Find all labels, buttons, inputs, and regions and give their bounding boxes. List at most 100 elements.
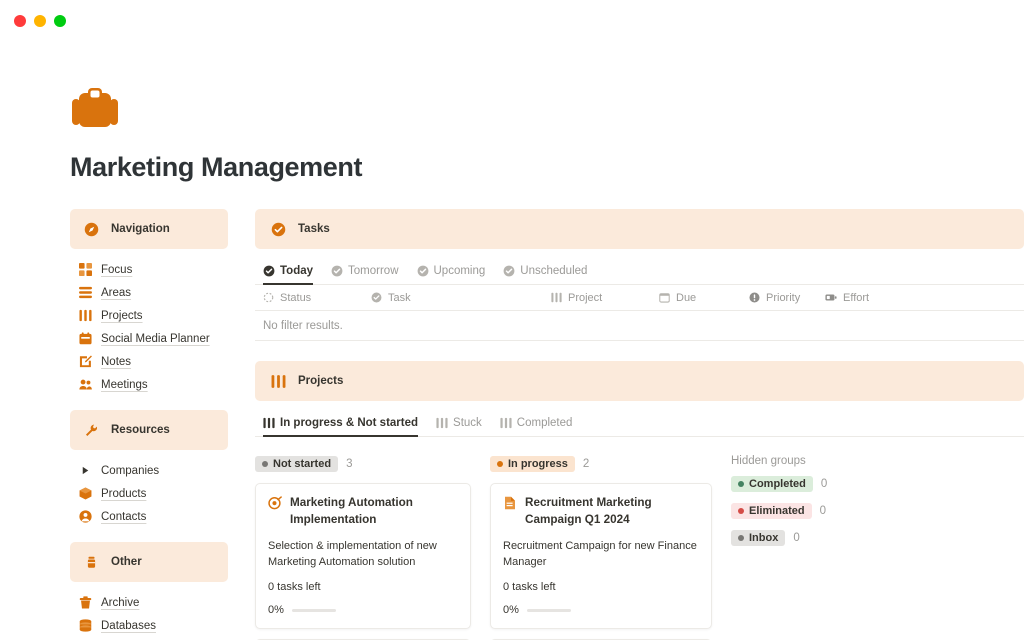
check-circle-icon (271, 222, 286, 237)
group-count: 0 (821, 478, 827, 490)
hidden-group-eliminated[interactable]: Eliminated 0 (731, 503, 931, 519)
sidebar-nav-list-resources: Companies Products (70, 450, 228, 528)
project-card-description: Selection & implementation of new Market… (268, 539, 458, 570)
sidebar-item-label: Social Media Planner (101, 333, 210, 345)
sidebar-section-header-navigation[interactable]: Navigation (70, 209, 228, 249)
page-title: Marketing Management (0, 134, 1024, 183)
sidebar-item-notes[interactable]: Notes (78, 350, 228, 373)
project-card[interactable]: Recruitment Marketing Campaign Q1 2024 R… (490, 483, 712, 629)
status-bullet (738, 508, 744, 514)
column-header-task[interactable]: Task (371, 292, 551, 304)
hidden-group-inbox[interactable]: Inbox 0 (731, 530, 931, 546)
status-badge-eliminated: Eliminated (731, 503, 812, 519)
tab-label: Unscheduled (520, 265, 587, 277)
close-window-button[interactable] (14, 15, 26, 27)
bars-icon (551, 292, 562, 303)
trash-icon (78, 596, 92, 610)
column-header-effort[interactable]: Effort (825, 292, 895, 304)
tab-tomorrow[interactable]: Tomorrow (331, 265, 398, 285)
column-header-priority[interactable]: Priority (749, 292, 825, 304)
board-column-not-started: Not started 3 Marketing Automation Imple… (255, 455, 471, 640)
tab-label: Today (280, 265, 313, 277)
hidden-group-completed[interactable]: Completed 0 (731, 476, 931, 492)
sidebar-item-social-media-planner[interactable]: Social Media Planner (78, 327, 228, 350)
sidebar-item-contacts[interactable]: Contacts (78, 505, 228, 528)
tab-today[interactable]: Today (263, 265, 313, 285)
column-header-status[interactable]: Status (263, 292, 371, 304)
bars-icon (271, 374, 286, 389)
tab-label: Completed (517, 417, 573, 429)
sidebar-item-label: Notes (101, 356, 131, 368)
minimize-window-button[interactable] (34, 15, 46, 27)
status-badge-label: Completed (749, 478, 806, 490)
projects-section-header[interactable]: Projects (255, 361, 1024, 401)
page-body: Marketing Management Navigation (0, 42, 1024, 640)
project-card-percent: 0% (268, 604, 284, 616)
project-card-title: Recruitment Marketing Campaign Q1 2024 (525, 495, 699, 528)
tab-completed[interactable]: Completed (500, 417, 573, 437)
tab-upcoming[interactable]: Upcoming (417, 265, 486, 285)
group-count: 0 (793, 532, 799, 544)
sidebar-item-label: Focus (101, 264, 132, 276)
calendar-outline-icon (659, 292, 670, 303)
sidebar-section-header-resources[interactable]: Resources (70, 410, 228, 450)
sidebar-item-archive[interactable]: Archive (78, 591, 228, 614)
sidebar-item-projects[interactable]: Projects (78, 304, 228, 327)
status-bullet (262, 461, 268, 467)
project-card-title-row: Recruitment Marketing Campaign Q1 2024 (503, 495, 699, 528)
sidebar-section-header-other[interactable]: Other (70, 542, 228, 582)
sidebar-item-focus[interactable]: Focus (78, 258, 228, 281)
sidebar-item-companies[interactable]: Companies (78, 459, 228, 482)
sidebar-item-products[interactable]: Products (78, 482, 228, 505)
sidebar-item-label: Archive (101, 597, 139, 609)
group-count: 0 (820, 505, 826, 517)
grid-icon (78, 263, 92, 277)
board-group-header[interactable]: In progress 2 (490, 455, 712, 473)
tab-label: In progress & Not started (280, 417, 418, 429)
tab-in-progress-and-not-started[interactable]: In progress & Not started (263, 417, 418, 437)
briefcase-icon (70, 84, 120, 134)
tab-label: Upcoming (434, 265, 486, 277)
bars-icon (436, 417, 448, 429)
sidebar-nav-list-other: Archive Databases (70, 582, 228, 637)
progress-bar (292, 609, 336, 612)
project-card-title: Marketing Automation Implementation (290, 495, 458, 528)
sidebar-item-label: Databases (101, 620, 156, 632)
page-columns: Navigation Focus (0, 183, 1024, 640)
sidebar-item-label: Contacts (101, 511, 146, 523)
hidden-groups-panel: Hidden groups Completed 0 Eliminated (731, 455, 931, 640)
sidebar: Navigation Focus (70, 209, 228, 637)
project-card-progress: 0% (268, 604, 458, 616)
triangle-right-icon (78, 464, 92, 478)
sidebar-item-meetings[interactable]: Meetings (78, 373, 228, 396)
tasks-table-header: Status Task Project (255, 285, 1024, 311)
tab-unscheduled[interactable]: Unscheduled (503, 265, 587, 285)
person-circle-icon (78, 510, 92, 524)
column-header-project[interactable]: Project (551, 292, 659, 304)
project-card-tasks-left: 0 tasks left (503, 581, 699, 593)
main-content: Tasks Today Tomorrow (255, 209, 1024, 640)
maximize-window-button[interactable] (54, 15, 66, 27)
tasks-section-header[interactable]: Tasks (255, 209, 1024, 249)
compass-icon (84, 222, 99, 237)
tab-stuck[interactable]: Stuck (436, 417, 482, 437)
check-circle-icon (503, 265, 515, 277)
check-circle-icon (331, 265, 343, 277)
board-group-header[interactable]: Not started 3 (255, 455, 471, 473)
column-header-label: Effort (843, 292, 869, 304)
sidebar-item-areas[interactable]: Areas (78, 281, 228, 304)
progress-bar (527, 609, 571, 612)
project-card[interactable]: Marketing Automation Implementation Sele… (255, 483, 471, 629)
status-badge-in-progress: In progress (490, 456, 575, 472)
column-header-due[interactable]: Due (659, 292, 749, 304)
document-icon (503, 496, 517, 510)
section-spacer (255, 341, 1024, 361)
sidebar-item-databases[interactable]: Databases (78, 614, 228, 637)
project-card-tasks-left: 0 tasks left (268, 581, 458, 593)
projects-section-label: Projects (298, 375, 343, 387)
wrench-icon (84, 423, 99, 438)
sidebar-item-label: Companies (101, 465, 159, 477)
column-header-label: Due (676, 292, 696, 304)
tasks-section-label: Tasks (298, 223, 330, 235)
status-badge-label: Eliminated (749, 505, 805, 517)
